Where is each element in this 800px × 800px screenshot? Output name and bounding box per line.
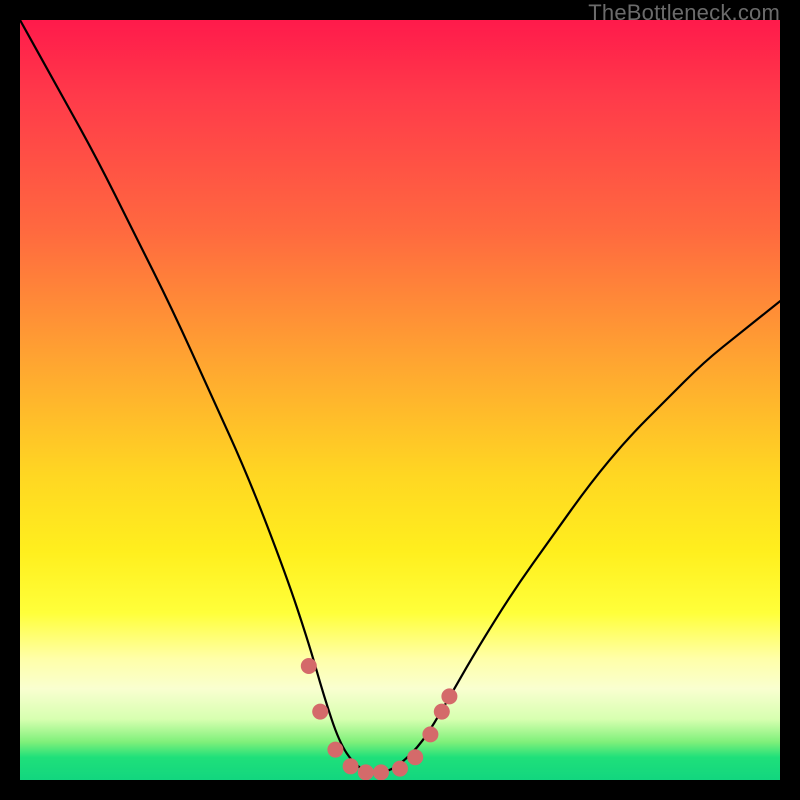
optimum-marker: [327, 742, 343, 758]
optimum-markers-group: [301, 658, 458, 780]
optimum-marker: [358, 764, 374, 780]
optimum-marker: [312, 704, 328, 720]
bottleneck-curve-path: [20, 20, 780, 772]
optimum-marker: [407, 749, 423, 765]
optimum-marker: [434, 704, 450, 720]
optimum-marker: [301, 658, 317, 674]
optimum-marker: [373, 764, 389, 780]
optimum-marker: [441, 688, 457, 704]
optimum-marker: [422, 726, 438, 742]
curve-svg: [20, 20, 780, 780]
optimum-marker: [343, 758, 359, 774]
optimum-marker: [392, 761, 408, 777]
plot-area: [20, 20, 780, 780]
chart-stage: TheBottleneck.com: [0, 0, 800, 800]
